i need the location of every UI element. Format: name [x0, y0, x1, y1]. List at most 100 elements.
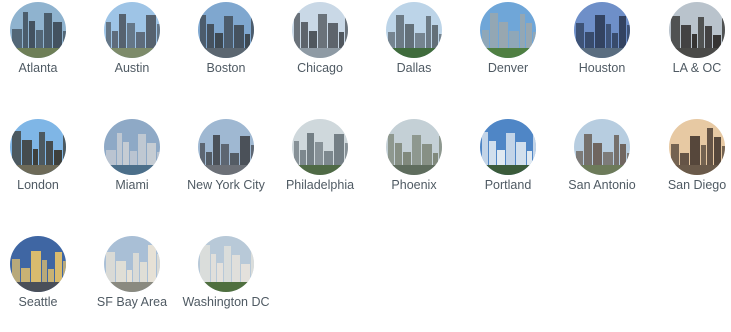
city-item-washington-dc[interactable]: Washington DC [179, 236, 273, 310]
building-shape [614, 135, 619, 167]
philadelphia-skyline-icon [292, 119, 348, 175]
boston-skyline-icon [198, 2, 254, 58]
city-thumbnail[interactable] [480, 2, 536, 58]
building-shape [215, 33, 223, 50]
city-label[interactable]: Boston [179, 60, 273, 76]
city-label[interactable]: Chicago [273, 60, 367, 76]
city-label[interactable]: San Diego [650, 177, 731, 193]
city-item-sf-bay-area[interactable]: SF Bay Area [85, 236, 179, 310]
building-shape [251, 145, 254, 167]
building-shape [39, 132, 45, 167]
building-shape [576, 23, 584, 50]
city-thumbnail[interactable] [480, 119, 536, 175]
city-thumbnail[interactable] [198, 2, 254, 58]
ground [574, 165, 630, 175]
building-shape [396, 15, 404, 50]
building-shape [251, 17, 254, 50]
san-antonio-skyline-icon [574, 119, 630, 175]
city-label[interactable]: Miami [85, 177, 179, 193]
city-item-la-oc[interactable]: LA & OC [650, 2, 731, 76]
city-item-dallas[interactable]: Dallas [367, 2, 461, 76]
city-thumbnail[interactable] [198, 119, 254, 175]
city-item-san-diego[interactable]: San Diego [650, 119, 731, 193]
city-label[interactable]: Phoenix [367, 177, 461, 193]
building-shape [245, 34, 250, 50]
city-label[interactable]: Portland [461, 177, 555, 193]
building-shape [106, 22, 111, 50]
washington-dc-skyline-icon [198, 236, 254, 292]
building-shape [157, 254, 160, 284]
city-item-portland[interactable]: Portland [461, 119, 555, 193]
building-shape [127, 270, 132, 284]
city-thumbnail[interactable] [10, 119, 66, 175]
city-item-houston[interactable]: Houston [555, 2, 649, 76]
building-shape [136, 32, 145, 50]
city-thumbnail[interactable] [10, 236, 66, 292]
city-item-seattle[interactable]: Seattle [0, 236, 85, 310]
city-thumbnail[interactable] [292, 2, 348, 58]
city-label[interactable]: London [0, 177, 85, 193]
city-thumbnail[interactable] [669, 2, 725, 58]
building-shape [490, 13, 498, 50]
city-item-miami[interactable]: Miami [85, 119, 179, 193]
city-label[interactable]: Seattle [0, 294, 85, 310]
city-thumbnail[interactable] [198, 236, 254, 292]
building-shape [318, 14, 327, 50]
building-shape [722, 146, 725, 167]
city-item-philadelphia[interactable]: Philadelphia [273, 119, 367, 193]
building-shape [123, 142, 129, 167]
building-shape [606, 24, 611, 50]
city-item-atlanta[interactable]: Atlanta [0, 2, 85, 76]
city-label[interactable]: San Antonio [555, 177, 649, 193]
city-label[interactable]: SF Bay Area [85, 294, 179, 310]
building-shape [584, 134, 592, 167]
dallas-skyline-icon [386, 2, 442, 58]
city-thumbnail[interactable] [386, 119, 442, 175]
building-shape [593, 143, 602, 167]
city-item-denver[interactable]: Denver [461, 2, 555, 76]
city-label[interactable]: Austin [85, 60, 179, 76]
city-thumbnail[interactable] [574, 2, 630, 58]
building-shape [146, 15, 156, 50]
city-item-boston[interactable]: Boston [179, 2, 273, 76]
building-shape [127, 23, 135, 50]
city-item-new-york-city[interactable]: New York City [179, 119, 273, 193]
ground [10, 282, 66, 292]
city-item-austin[interactable]: Austin [85, 2, 179, 76]
city-thumbnail[interactable] [386, 2, 442, 58]
building-shape [241, 264, 250, 284]
city-thumbnail[interactable] [669, 119, 725, 175]
city-thumbnail[interactable] [574, 119, 630, 175]
building-shape [620, 144, 626, 167]
city-thumbnail[interactable] [10, 2, 66, 58]
city-label[interactable]: Philadelphia [273, 177, 367, 193]
city-label[interactable]: New York City [179, 177, 273, 193]
city-thumbnail[interactable] [104, 119, 160, 175]
city-label[interactable]: Dallas [367, 60, 461, 76]
city-item-chicago[interactable]: Chicago [273, 2, 367, 76]
city-thumbnail[interactable] [104, 2, 160, 58]
city-item-san-antonio[interactable]: San Antonio [555, 119, 649, 193]
city-thumbnail[interactable] [292, 119, 348, 175]
building-shape [31, 251, 41, 284]
city-label[interactable]: Denver [461, 60, 555, 76]
la-oc-skyline-icon [669, 2, 725, 58]
building-shape [405, 24, 414, 50]
city-label[interactable]: LA & OC [650, 60, 731, 76]
building-shape [294, 13, 300, 50]
building-shape [701, 145, 706, 167]
building-shape [207, 24, 214, 50]
building-shape [439, 136, 442, 167]
city-item-phoenix[interactable]: Phoenix [367, 119, 461, 193]
building-shape [328, 23, 338, 50]
city-item-london[interactable]: London [0, 119, 85, 193]
city-label[interactable]: Washington DC [179, 294, 273, 310]
building-shape [44, 13, 52, 50]
building-shape [433, 153, 438, 167]
building-shape [224, 16, 233, 50]
city-label[interactable]: Houston [555, 60, 649, 76]
building-shape [412, 135, 421, 167]
building-shape [148, 245, 156, 284]
city-thumbnail[interactable] [104, 236, 160, 292]
city-label[interactable]: Atlanta [0, 60, 85, 76]
